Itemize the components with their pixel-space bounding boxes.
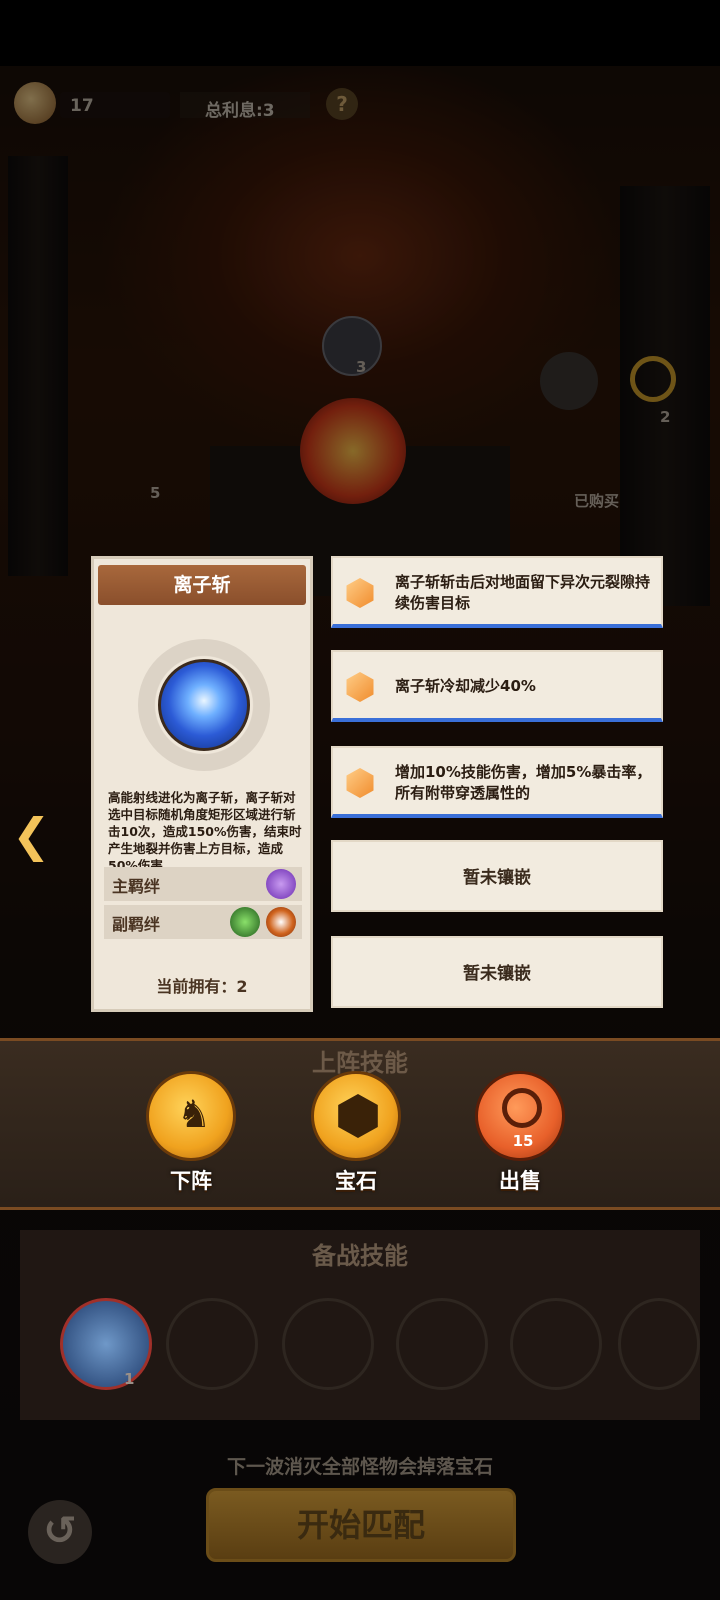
deployed-skills-bar: 上阵技能 ♞ 下阵 宝石 15 出售 <box>0 1038 720 1210</box>
gem-slot-4[interactable]: 暂未镶嵌 <box>331 840 663 912</box>
next-wave-hint: 下一波消灭全部怪物会掉落宝石 <box>226 1456 493 1478</box>
reserve-empty-slot[interactable] <box>396 1298 488 1390</box>
sub-bond-row: 副羁绊 <box>104 905 302 939</box>
undo-icon[interactable]: ↺ <box>28 1500 92 1564</box>
gem-slot-text: 离子斩斩击后对地面留下异次元裂隙持续伤害目标 <box>395 573 651 612</box>
start-match-label: 开始匹配 <box>296 1506 425 1544</box>
ion-slash-skill-icon <box>158 659 250 751</box>
sub-bond-label: 副羁绊 <box>112 915 161 934</box>
sell-label: 出售 <box>499 1169 541 1193</box>
sell-price: 15 <box>512 1132 534 1150</box>
reserve-empty-slot[interactable] <box>510 1298 602 1390</box>
reserve-skills-panel: 备战技能 1 <box>20 1230 700 1420</box>
gem-slot-3[interactable]: 增加10%技能伤害，增加5%暴击率，所有附带穿透属性的 <box>331 746 663 818</box>
sell-button[interactable]: 15 <box>475 1071 565 1161</box>
gem-icon <box>346 578 374 608</box>
gem-label: 宝石 <box>335 1169 377 1193</box>
main-bond-row: 主羁绊 <box>104 867 302 901</box>
gem-icon <box>338 1094 378 1138</box>
coin-icon <box>502 1088 542 1128</box>
skill-description: 高能射线进化为离子斩，离子斩对选中目标随机角度矩形区域进行斩击10次，造成150… <box>108 790 302 873</box>
reserve-slot-count: 1 <box>124 1370 135 1388</box>
reserve-empty-slot[interactable] <box>166 1298 258 1390</box>
knight-down-icon: ♞ <box>177 1092 212 1136</box>
gem-slot-5[interactable]: 暂未镶嵌 <box>331 936 663 1008</box>
reserve-skill-slot[interactable] <box>60 1298 152 1390</box>
sub-bond-icon-green[interactable] <box>230 907 260 937</box>
gem-slot-1[interactable]: 离子斩斩击后对地面留下异次元裂隙持续伤害目标 <box>331 556 663 628</box>
main-bond-icon[interactable] <box>266 869 296 899</box>
gem-slot-text: 增加10%技能伤害，增加5%暴击率，所有附带穿透属性的 <box>395 763 652 802</box>
unequip-button[interactable]: ♞ <box>146 1071 236 1161</box>
start-match-button[interactable]: 开始匹配 <box>206 1488 516 1562</box>
gem-slot-text: 离子斩冷却减少40% <box>395 677 536 695</box>
gem-slot-empty-text: 暂未镶嵌 <box>463 964 531 984</box>
reserve-skills-title: 备战技能 <box>312 1242 408 1270</box>
gem-slot-empty-text: 暂未镶嵌 <box>463 868 531 888</box>
main-bond-label: 主羁绊 <box>112 877 161 896</box>
gem-icon <box>346 672 374 702</box>
owned-count: 当前拥有：2 <box>156 977 248 996</box>
skill-title: 离子斩 <box>173 574 231 596</box>
skill-title-bar: 离子斩 <box>98 565 306 605</box>
unequip-label: 下阵 <box>170 1169 212 1193</box>
reserve-empty-slot[interactable] <box>282 1298 374 1390</box>
gem-button[interactable] <box>311 1071 401 1161</box>
sub-bond-icon-orange[interactable] <box>266 907 296 937</box>
gem-slot-2[interactable]: 离子斩冷却减少40% <box>331 650 663 722</box>
reserve-empty-slot[interactable] <box>618 1298 700 1390</box>
chevron-left-icon[interactable]: ❮ <box>12 808 51 862</box>
gem-icon <box>346 768 374 798</box>
skill-card: 离子斩 高能射线进化为离子斩，离子斩对选中目标随机角度矩形区域进行斩击10次，造… <box>91 556 313 1012</box>
